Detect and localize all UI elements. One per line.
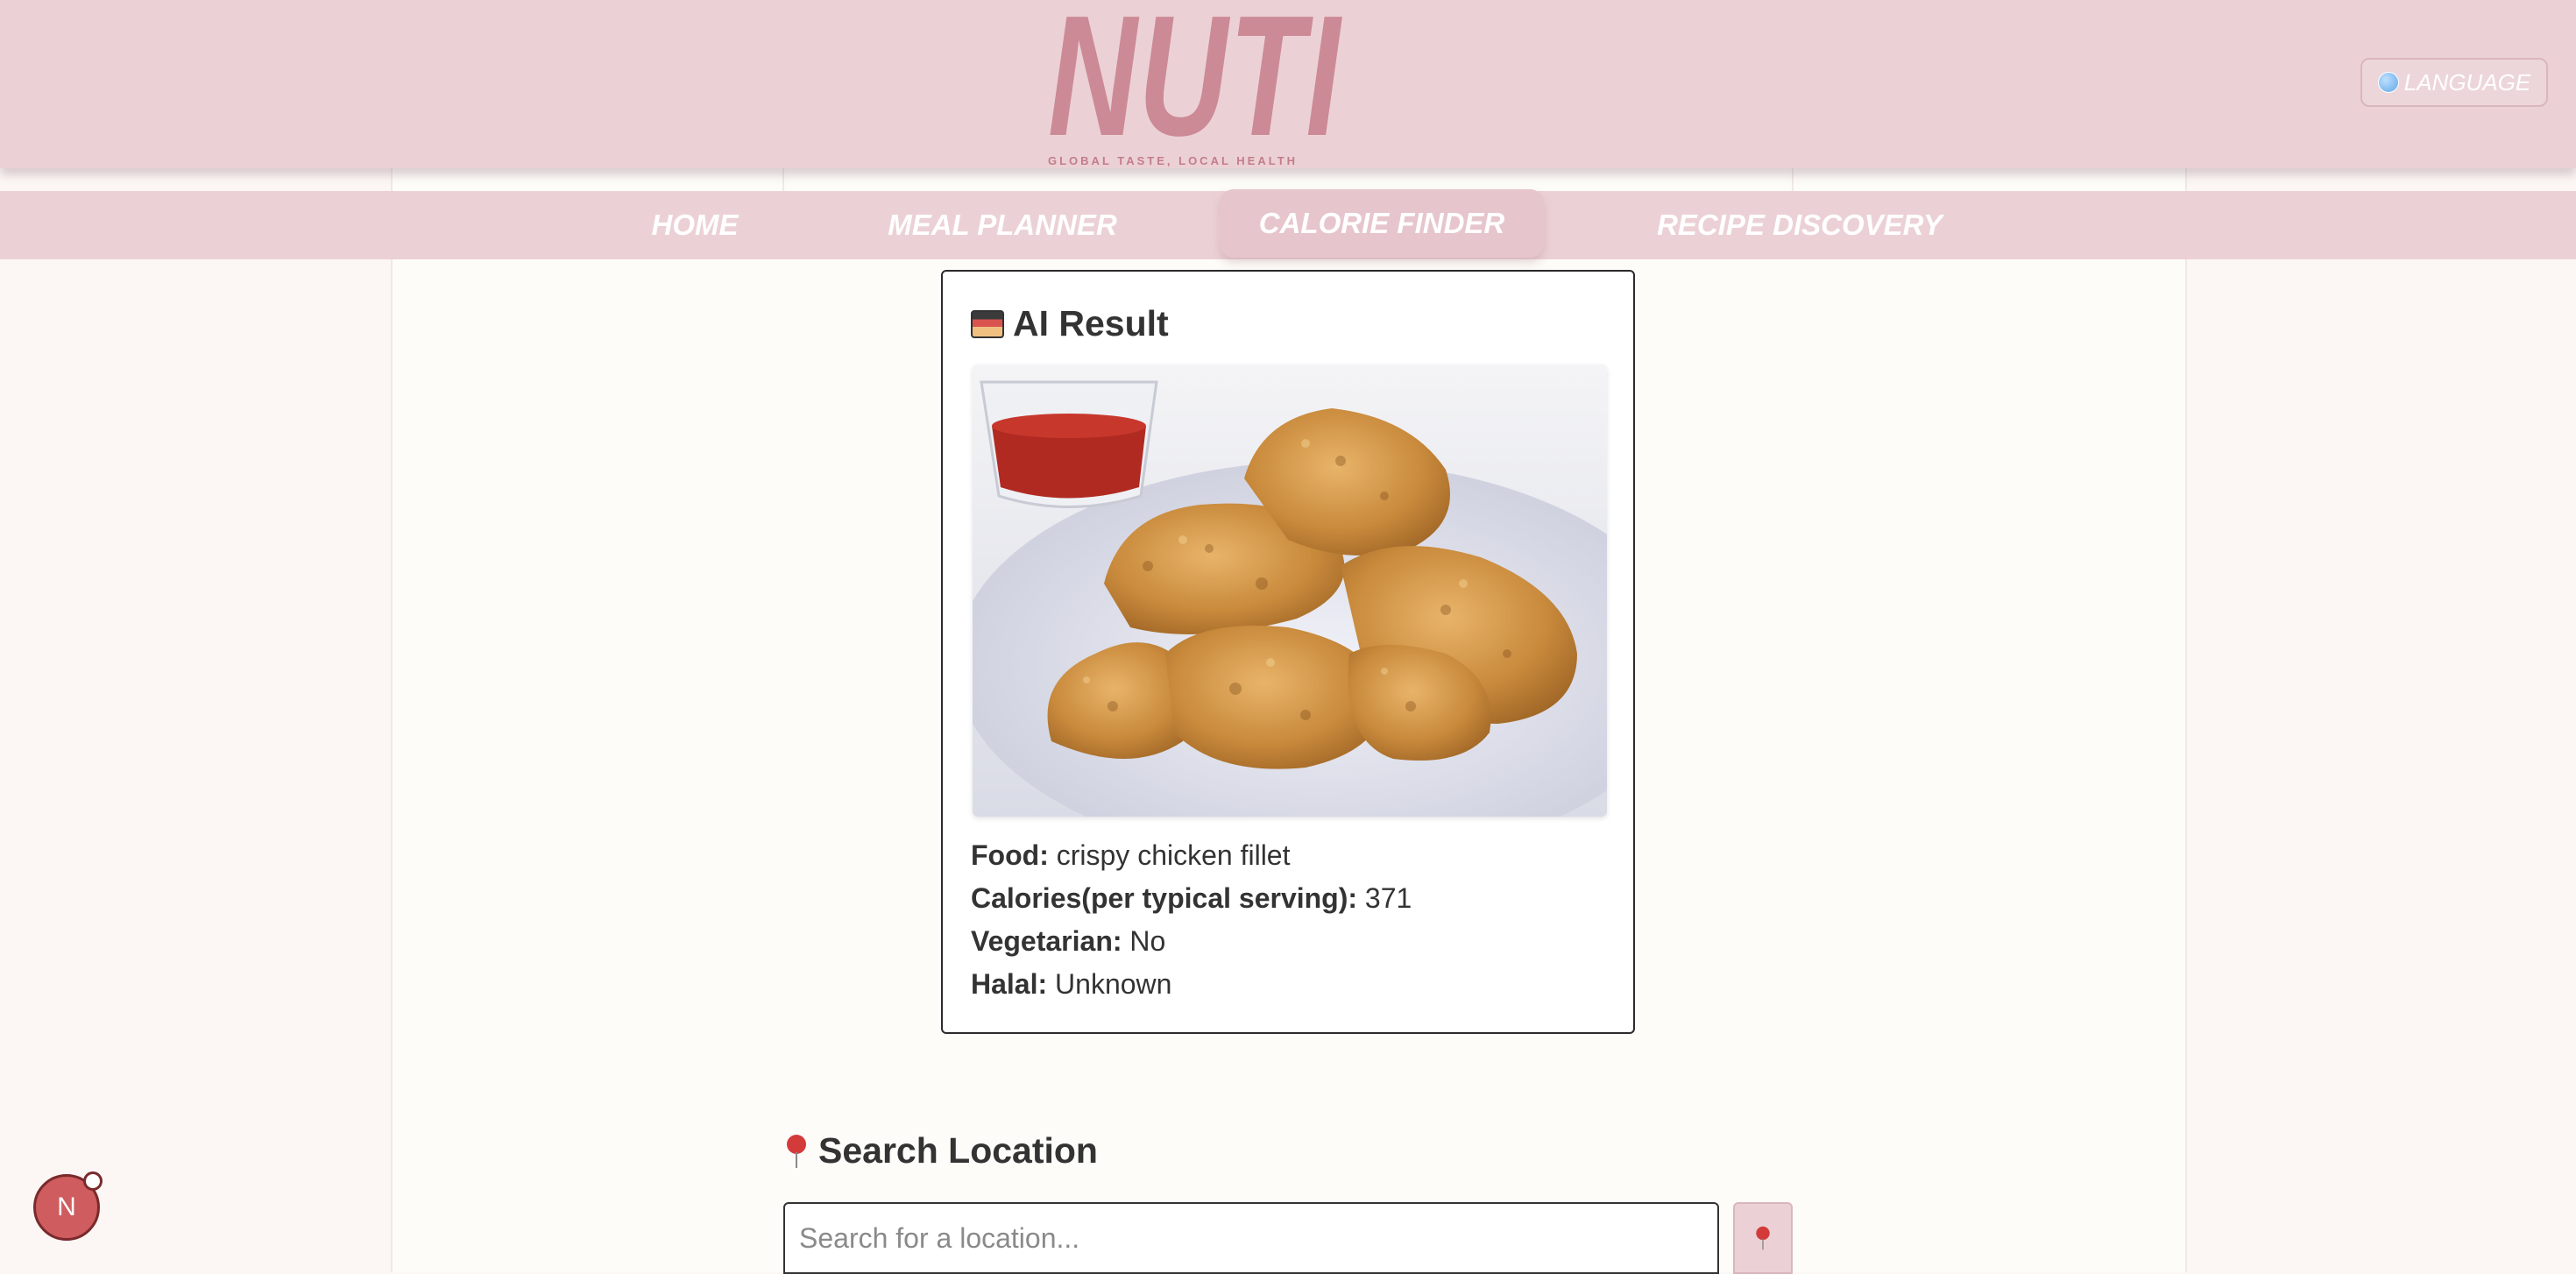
- language-label: LANGUAGE: [2403, 68, 2531, 96]
- locate-button[interactable]: [1733, 1202, 1793, 1274]
- logo-text: NUTI: [1048, 0, 1342, 172]
- result-heading: AI Result: [971, 303, 1169, 344]
- globe-icon: [2377, 72, 2399, 93]
- pin-icon: [785, 1134, 808, 1168]
- vegetarian-value: No: [1129, 925, 1166, 957]
- halal-label: Halal:: [971, 968, 1048, 1000]
- location-search-input[interactable]: [783, 1202, 1719, 1274]
- vegetarian-line: Vegetarian: No: [971, 920, 1412, 963]
- logo-tagline: GLOBAL TASTE, LOCAL HEALTH: [1048, 154, 1299, 167]
- notification-dot: [83, 1171, 103, 1191]
- main-nav: HOME MEAL PLANNER CALORIE FINDER RECIPE …: [0, 189, 2576, 259]
- language-button[interactable]: LANGUAGE: [2360, 58, 2548, 107]
- pin-icon: [1755, 1226, 1771, 1250]
- bento-box-icon: [971, 309, 1004, 338]
- result-details: Food: crispy chicken fillet Calories(per…: [971, 834, 1412, 1006]
- calories-value: 371: [1364, 882, 1412, 914]
- nav-item-meal-planner[interactable]: MEAL PLANNER: [880, 191, 1125, 259]
- calories-line: Calories(per typical serving): 371: [971, 877, 1412, 920]
- ai-result-card: AI Result Food: crispy chicken fillet Ca…: [941, 270, 1635, 1034]
- vegetarian-label: Vegetarian:: [971, 925, 1122, 957]
- result-title: AI Result: [1013, 303, 1169, 343]
- avatar-initial: N: [57, 1193, 76, 1221]
- food-line: Food: crispy chicken fillet: [971, 834, 1412, 877]
- halal-value: Unknown: [1055, 968, 1172, 1000]
- search-location-title: Search Location: [818, 1130, 1098, 1171]
- nav-item-calorie-finder[interactable]: CALORIE FINDER: [1220, 189, 1544, 258]
- calories-label: Calories(per typical serving):: [971, 882, 1358, 914]
- food-photo: [973, 365, 1607, 817]
- avatar-button[interactable]: N: [33, 1171, 103, 1241]
- food-label: Food:: [971, 839, 1049, 871]
- logo[interactable]: NUTI GLOBAL TASTE, LOCAL HEALTH: [1048, 0, 1355, 172]
- search-location-heading: Search Location: [785, 1130, 1098, 1171]
- nav-item-recipe-discovery[interactable]: RECIPE DISCOVERY: [1647, 191, 1952, 259]
- nav-item-home[interactable]: HOME: [638, 191, 752, 259]
- food-value: crispy chicken fillet: [1056, 839, 1291, 871]
- halal-line: Halal: Unknown: [971, 963, 1412, 1006]
- site-header: NUTI GLOBAL TASTE, LOCAL HEALTH LANGUAGE: [0, 0, 2576, 168]
